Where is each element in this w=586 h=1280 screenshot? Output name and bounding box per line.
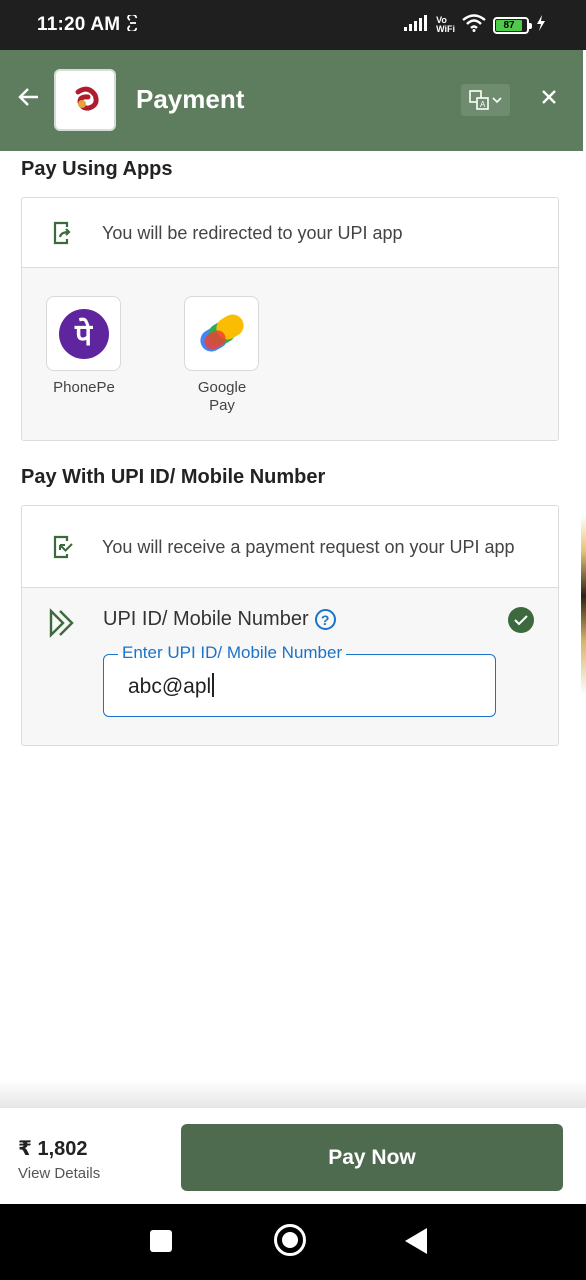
pay-using-apps-card: You will be redirected to your UPI app प…: [21, 197, 559, 441]
upi-input-legend: Enter UPI ID/ Mobile Number: [118, 643, 347, 663]
translate-icon: A: [469, 90, 489, 110]
phonepe-glyph: पे: [58, 308, 109, 359]
close-button[interactable]: [540, 85, 558, 113]
payment-screen: 11:20 AM Vo WiFi 87 Payment A Pay Using …: [0, 0, 586, 1280]
payment-request-icon: [53, 535, 73, 558]
status-time: 11:20 AM: [37, 14, 121, 35]
upi-logo-icon: [49, 608, 74, 638]
charging-icon: [536, 14, 546, 36]
svg-text:A: A: [480, 100, 486, 109]
vowifi-bottom: WiFi: [436, 24, 455, 34]
upi-id-input[interactable]: Enter UPI ID/ Mobile Number abc@apl: [103, 643, 496, 717]
status-left: 11:20 AM: [37, 13, 140, 36]
payment-footer: ₹ 1,802 View Details Pay Now: [0, 1108, 586, 1204]
system-back-button[interactable]: [405, 1228, 427, 1254]
footer-shadow: [0, 1080, 586, 1108]
view-details-link[interactable]: View Details: [18, 1165, 100, 1182]
text-cursor: [212, 673, 215, 697]
vowifi-label: Vo WiFi: [436, 16, 455, 34]
request-info-row: You will receive a payment request on yo…: [22, 506, 558, 588]
redirect-info-row: You will be redirected to your UPI app: [22, 198, 558, 268]
upi-field-label: UPI ID/ Mobile Number ?: [103, 608, 336, 631]
app-google-pay[interactable]: Google Pay: [184, 296, 260, 415]
upi-input-value[interactable]: abc@apl: [128, 675, 211, 698]
close-icon: [542, 90, 556, 104]
google-pay-logo: [184, 296, 259, 371]
google-pay-label: Google Pay: [197, 379, 247, 414]
upi-input-value-wrap[interactable]: abc@apl: [128, 673, 215, 699]
pay-using-apps-title: Pay Using Apps: [21, 158, 173, 180]
pay-now-button[interactable]: Pay Now: [181, 1124, 563, 1191]
system-nav-bar: [0, 1204, 586, 1280]
home-button[interactable]: [274, 1224, 306, 1256]
app-header: Payment A: [0, 50, 583, 151]
merchant-logo-icon: [75, 86, 99, 111]
google-pay-icon: [199, 314, 244, 351]
pay-with-upi-card: You will receive a payment request on yo…: [21, 505, 559, 746]
back-button[interactable]: [18, 86, 46, 114]
phonepe-label: PhonePe: [53, 379, 115, 396]
battery-level: 87: [496, 19, 523, 31]
phonepe-logo: पे: [46, 296, 121, 371]
help-icon[interactable]: ?: [314, 609, 336, 630]
request-info-text: You will receive a payment request on yo…: [102, 536, 515, 557]
redirect-info-text: You will be redirected to your UPI app: [102, 222, 403, 243]
translate-button[interactable]: A: [461, 84, 510, 116]
recents-button[interactable]: [150, 1230, 172, 1252]
upi-field-label-text: UPI ID/ Mobile Number: [103, 608, 309, 630]
app-phonepe[interactable]: पे PhonePe: [46, 296, 122, 397]
apps-list: पे PhonePe Google Pay: [22, 268, 558, 440]
chevron-down-icon: [492, 97, 502, 104]
battery-icon: 87: [493, 16, 532, 34]
page-title: Payment: [136, 84, 245, 114]
arrow-left-icon: [18, 88, 38, 106]
background-edge: [581, 515, 586, 695]
sim-data-icon: [126, 13, 140, 36]
verified-check-icon: [508, 607, 534, 633]
status-bar: 11:20 AM Vo WiFi 87: [0, 0, 586, 50]
total-amount: ₹ 1,802: [18, 1138, 88, 1160]
upi-entry-area: UPI ID/ Mobile Number ? Enter UPI ID/ Mo…: [22, 588, 558, 745]
pay-with-upi-title: Pay With UPI ID/ Mobile Number: [21, 466, 326, 488]
status-icons: Vo WiFi 87: [403, 13, 546, 37]
wifi-icon: [462, 13, 486, 37]
signal-icon: [403, 14, 429, 36]
redirect-icon: [53, 221, 71, 244]
merchant-logo: [56, 71, 114, 129]
